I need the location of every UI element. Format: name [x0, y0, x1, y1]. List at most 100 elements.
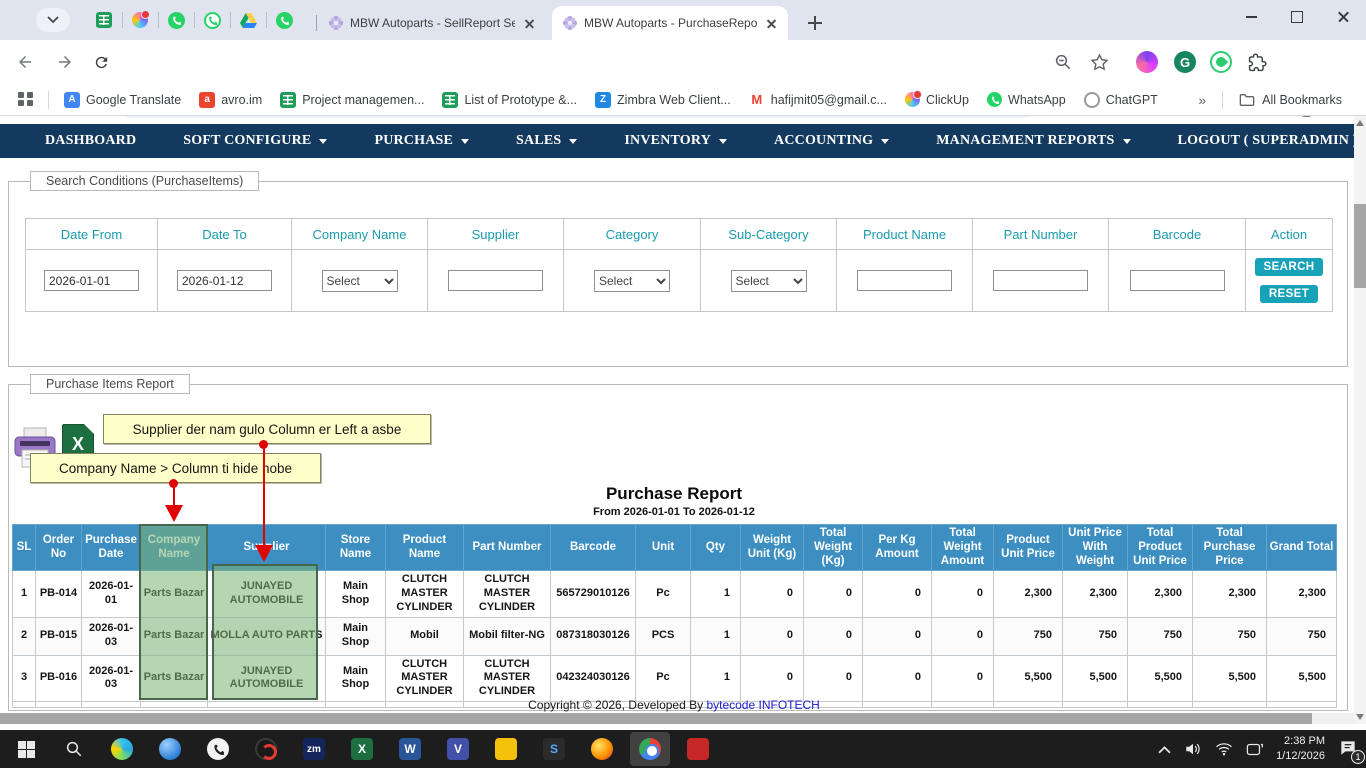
product-name-input[interactable] [857, 270, 952, 291]
vertical-scrollbar[interactable] [1354, 116, 1366, 724]
annotation-arrow-line [173, 486, 175, 506]
pinned-tab-drive[interactable] [230, 4, 266, 36]
extension-colorful-button[interactable] [1132, 47, 1162, 77]
tray-chevron-up-icon[interactable] [1158, 745, 1171, 754]
extensions-menu-button[interactable] [1242, 47, 1272, 77]
nav-purchase[interactable]: PURCHASE [374, 133, 470, 149]
taskbar-app-word[interactable]: W [390, 732, 430, 766]
nav-management-reports[interactable]: MANAGEMENT REPORTS [936, 133, 1131, 149]
taskbar-app-edge[interactable] [102, 732, 142, 766]
nav-sales[interactable]: SALES [516, 133, 578, 149]
supplier-input[interactable] [448, 270, 543, 291]
chatgpt-icon [1083, 91, 1100, 108]
table-cell: 087318030126 [550, 616, 636, 656]
pinned-tab-whatsapp-2[interactable] [266, 4, 302, 36]
annotation-arrow-line [263, 447, 265, 546]
sheets-icon [442, 91, 459, 108]
extension-icon [1136, 51, 1158, 73]
bookmark-google-translate[interactable]: A Google Translate [55, 88, 190, 112]
apps-grid-icon[interactable] [18, 91, 34, 108]
pinned-tab-clickup[interactable] [122, 4, 158, 36]
zoom-indicator-button[interactable] [1048, 47, 1078, 77]
bookmark-whatsapp[interactable]: WhatsApp [978, 88, 1075, 112]
date-from-input[interactable] [44, 270, 139, 291]
taskbar-app-s[interactable]: S [534, 732, 574, 766]
nav-logout[interactable]: LOGOUT ( SUPERADMIN ) [1178, 133, 1358, 149]
whatsapp-outline-icon [203, 11, 221, 29]
sub-category-select[interactable]: Select [730, 269, 807, 292]
new-tab-button[interactable] [802, 10, 828, 36]
table-cell: 0 [862, 570, 932, 618]
forward-button[interactable] [50, 47, 80, 77]
developer-link[interactable]: bytecode INFOTECH [706, 698, 819, 712]
cast-icon[interactable] [1246, 742, 1263, 757]
reload-button[interactable] [86, 47, 116, 77]
back-button[interactable] [10, 47, 40, 77]
column-header: Unit Price With Weight [1062, 523, 1128, 572]
start-button[interactable] [6, 732, 46, 766]
bookmark-avro[interactable]: a avro.im [190, 88, 271, 112]
scroll-down-icon[interactable] [1356, 714, 1364, 720]
taskbar-app-excel[interactable]: X [342, 732, 382, 766]
taskbar-app-whatsapp[interactable] [198, 732, 238, 766]
volume-icon[interactable] [1184, 741, 1202, 757]
horizontal-scrollbar[interactable] [0, 713, 1354, 724]
bookmark-chatgpt[interactable]: ChatGPT [1075, 88, 1167, 112]
company-name-select[interactable]: Select [321, 269, 398, 292]
pinned-tab-whatsapp[interactable] [158, 4, 194, 36]
scroll-up-icon[interactable] [1356, 120, 1364, 126]
part-number-input[interactable] [993, 270, 1088, 291]
bookmark-star-button[interactable] [1084, 47, 1114, 77]
nav-soft-configure[interactable]: SOFT CONFIGURE [183, 133, 328, 149]
taskbar-search-button[interactable] [54, 732, 94, 766]
bookmark-list-of-prototype[interactable]: List of Prototype &... [433, 88, 586, 112]
pinned-tab-whatsapp-web[interactable] [194, 4, 230, 36]
maximize-button[interactable] [1274, 0, 1320, 34]
nav-accounting[interactable]: ACCOUNTING [774, 133, 890, 149]
taskbar-app-blue[interactable] [150, 732, 190, 766]
category-select[interactable]: Select [594, 269, 670, 292]
tab-title: MBW Autoparts - PurchaseRepo [584, 16, 757, 30]
horizontal-scrollbar-thumb[interactable] [0, 713, 1312, 724]
column-header: Unit [635, 523, 691, 572]
copyright-text: Copyright © 2026, Developed By [528, 698, 707, 712]
taskbar-app-yellow[interactable] [486, 732, 526, 766]
table-cell: PB-015 [35, 616, 82, 656]
taskbar-app-chrome-active[interactable] [630, 732, 670, 766]
nav-dashboard[interactable]: DASHBOARD [45, 133, 136, 149]
all-bookmarks-button[interactable]: All Bookmarks [1229, 93, 1356, 107]
barcode-input[interactable] [1129, 270, 1225, 291]
clock[interactable]: 2:38 PM 1/12/2026 [1276, 734, 1325, 764]
bookmark-clickup[interactable]: ClickUp [896, 88, 978, 112]
purchase-items-report-legend: Purchase Items Report [30, 374, 190, 394]
bookmark-project-management[interactable]: Project managemen... [271, 88, 433, 112]
taskbar-app-darkred[interactable] [246, 732, 286, 766]
taskbar-app-red[interactable] [678, 732, 718, 766]
extension-grammarly-button[interactable]: G [1170, 47, 1200, 77]
extension-green-button[interactable] [1206, 47, 1236, 77]
bookmark-gmail[interactable]: Mhafijmit05@gmail.c... [740, 88, 896, 112]
taskbar-app-visio[interactable]: V [438, 732, 478, 766]
minimize-button[interactable] [1228, 0, 1274, 34]
notification-center-button[interactable]: 1 [1338, 738, 1365, 764]
close-window-button[interactable] [1320, 0, 1366, 34]
tab-sellreport[interactable]: MBW Autoparts - SellReport Se [316, 6, 546, 40]
pinned-tab-sheets[interactable] [86, 4, 122, 36]
tab-purchasereport-active[interactable]: MBW Autoparts - PurchaseRepo [552, 6, 788, 40]
close-tab-icon[interactable] [521, 15, 538, 32]
wifi-icon[interactable] [1215, 742, 1233, 756]
report-subtitle: From 2026-01-01 To 2026-01-12 [593, 506, 755, 518]
vertical-scrollbar-thumb[interactable] [1354, 204, 1366, 288]
reset-button[interactable]: RESET [1259, 285, 1319, 303]
table-cell: PB-016 [35, 654, 82, 702]
firefox-icon [591, 738, 613, 760]
bookmark-zimbra[interactable]: Z Zimbra Web Client... [586, 88, 740, 112]
search-button[interactable]: SEARCH [1254, 258, 1324, 276]
bookmarks-overflow-button[interactable]: » [1188, 92, 1216, 108]
close-tab-icon[interactable] [763, 15, 780, 32]
nav-inventory[interactable]: INVENTORY [624, 133, 728, 149]
taskbar-app-zoom[interactable]: zm [294, 732, 334, 766]
taskbar-app-firefox[interactable] [582, 732, 622, 766]
date-to-input[interactable] [177, 270, 272, 291]
tab-search-button[interactable] [36, 8, 70, 32]
